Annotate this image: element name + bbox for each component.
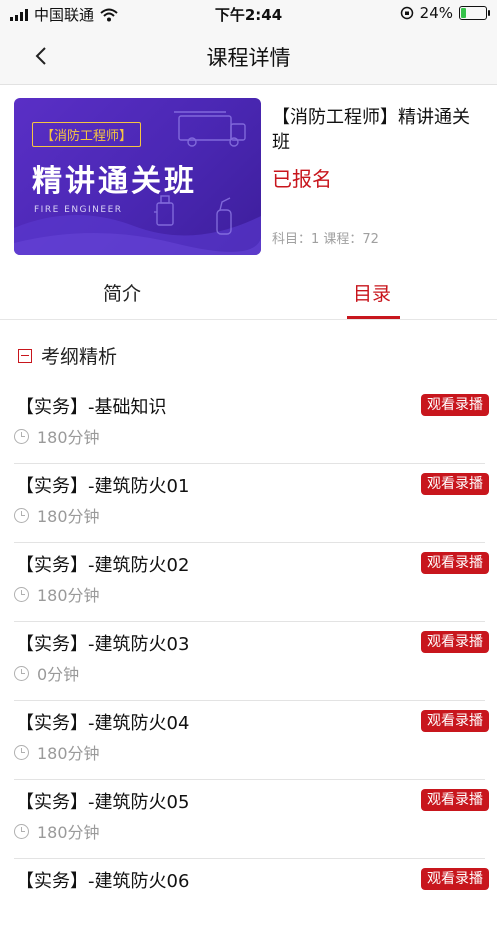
tab-bar: 简介 目录 [0, 265, 497, 320]
extinguisher-icon [216, 197, 232, 235]
lesson-item[interactable]: 【实务】-建筑防火03 0分钟 观看录播 [0, 622, 497, 701]
cover-subtitle: FIRE ENGINEER [34, 205, 123, 215]
course-meta: 科目：1 课程：72 [272, 232, 379, 247]
watch-replay-button[interactable]: 观看录播 [421, 789, 489, 811]
catalog-section: 考纲精析 【实务】-基础知识 180分钟 观看录播 【实务】-建筑防火01 18… [0, 320, 497, 892]
lesson-duration: 180分钟 [14, 424, 100, 448]
section-title: 考纲精析 [41, 346, 118, 368]
collapse-icon[interactable] [18, 348, 32, 363]
hydrant-icon [154, 195, 174, 226]
lesson-item[interactable]: 【实务】-建筑防火02 180分钟 观看录播 [0, 543, 497, 622]
watch-replay-button[interactable]: 观看录播 [421, 868, 489, 890]
lesson-title: 【实务】-建筑防火02 [16, 555, 190, 576]
watch-replay-button[interactable]: 观看录播 [421, 631, 489, 653]
duration-text: 0分钟 [37, 665, 80, 684]
active-tab-indicator [347, 316, 400, 319]
watch-replay-button[interactable]: 观看录播 [421, 394, 489, 416]
lesson-title: 【实务】-建筑防火01 [16, 476, 190, 497]
lesson-title: 【实务】-建筑防火04 [16, 713, 190, 734]
cover-tag: 【消防工程师】 [32, 122, 142, 147]
page-title: 课程详情 [206, 46, 291, 70]
battery-icon [459, 6, 490, 20]
clock-icon [14, 428, 29, 444]
lesson-title: 【实务】-建筑防火05 [16, 792, 190, 813]
duration-text: 180分钟 [37, 428, 100, 447]
watch-replay-button[interactable]: 观看录播 [421, 552, 489, 574]
clock-icon [14, 586, 29, 602]
watch-replay-button[interactable]: 观看录播 [421, 473, 489, 495]
lesson-item[interactable]: 【实务】-建筑防火04 180分钟 观看录播 [0, 701, 497, 780]
clock-icon [14, 823, 29, 839]
lesson-duration: 180分钟 [14, 819, 100, 843]
lesson-duration: 180分钟 [14, 740, 100, 764]
fire-truck-icon [174, 111, 246, 147]
status-bar: 中国联通 下午2:44 24% [0, 0, 497, 28]
lesson-duration: 180分钟 [14, 503, 100, 527]
enrolled-status: 已报名 [272, 167, 332, 191]
lesson-item[interactable]: 【实务】-建筑防火06 观看录播 [0, 859, 497, 938]
lesson-duration: 180分钟 [14, 582, 100, 606]
duration-text: 180分钟 [37, 744, 100, 763]
watch-replay-button[interactable]: 观看录播 [421, 710, 489, 732]
course-cover-image[interactable]: 【消防工程师】 精讲通关班 FIRE ENGINEER [14, 98, 261, 255]
clock-icon [14, 507, 29, 523]
tab-catalog[interactable]: 目录 [353, 279, 391, 306]
duration-text: 180分钟 [37, 823, 100, 842]
clock-icon [14, 665, 29, 681]
back-button[interactable] [28, 42, 56, 70]
lesson-title: 【实务】-建筑防火06 [16, 871, 190, 892]
lesson-title: 【实务】-建筑防火03 [16, 634, 190, 655]
cover-title: 精讲通关班 [32, 164, 197, 199]
course-card: 【消防工程师】 精讲通关班 FIRE ENGINEER 【消防工程师】精讲通关班… [0, 85, 497, 265]
section-header[interactable]: 考纲精析 [18, 342, 117, 369]
lesson-item[interactable]: 【实务】-建筑防火01 180分钟 观看录播 [0, 464, 497, 543]
duration-text: 180分钟 [37, 507, 100, 526]
status-right: 24% [400, 4, 490, 22]
duration-text: 180分钟 [37, 586, 100, 605]
tab-intro[interactable]: 简介 [103, 279, 141, 306]
clock-icon [14, 744, 29, 760]
lesson-item[interactable]: 【实务】-基础知识 180分钟 观看录播 [0, 385, 497, 464]
lesson-duration: 0分钟 [14, 661, 79, 685]
battery-percent: 24% [419, 4, 453, 22]
nav-bar: 课程详情 [0, 28, 497, 85]
course-name: 【消防工程师】精讲通关班 [272, 107, 470, 153]
lesson-item[interactable]: 【实务】-建筑防火05 180分钟 观看录播 [0, 780, 497, 859]
orientation-lock-icon [400, 6, 413, 20]
chevron-left-icon [35, 47, 46, 65]
lesson-title: 【实务】-基础知识 [16, 397, 167, 418]
